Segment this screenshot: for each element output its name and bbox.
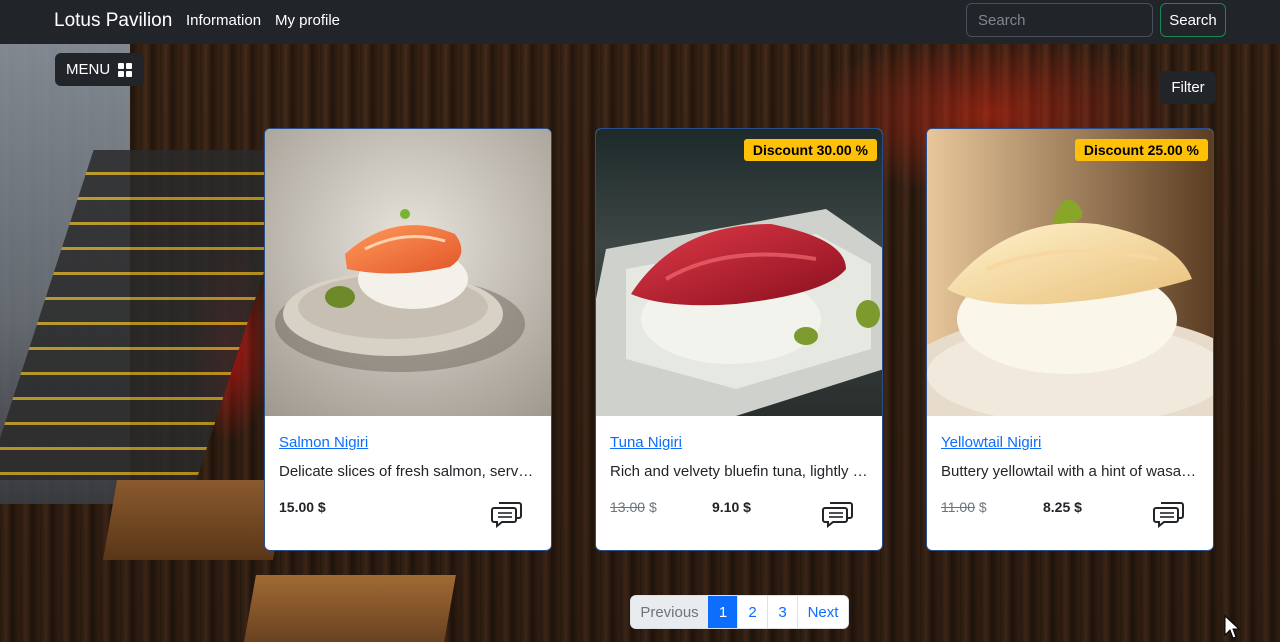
card-title-link[interactable]: Yellowtail Nigiri — [941, 434, 1041, 451]
yellowtail-nigiri-image[interactable]: Discount 25.00 % — [927, 129, 1213, 416]
salmon-nigiri-image[interactable] — [265, 129, 551, 416]
card-price: 8.25 $ — [1043, 499, 1082, 515]
pagination-page-1[interactable]: 1 — [708, 596, 737, 628]
nav-link-my-profile[interactable]: My profile — [275, 12, 340, 29]
comments-icon[interactable] — [1153, 500, 1185, 528]
card-old-price: 11.00 $ — [941, 499, 987, 515]
pagination: Previous 1 2 3 Next — [630, 595, 849, 629]
background-table — [244, 575, 456, 642]
brand-logo[interactable]: Lotus Pavilion — [54, 10, 172, 32]
menu-label: MENU — [66, 61, 111, 78]
card-price: 15.00 $ — [279, 499, 326, 515]
search-button[interactable]: Search — [1160, 3, 1226, 37]
card-title-link[interactable]: Tuna Nigiri — [610, 434, 682, 451]
card-old-price: 13.00 $ — [610, 499, 657, 515]
comments-icon[interactable] — [822, 500, 854, 528]
product-card: Discount 30.00 % Tuna Nigiri Rich and ve… — [595, 128, 883, 551]
background-table — [102, 480, 288, 560]
pagination-next[interactable]: Next — [797, 596, 848, 628]
card-description: Delicate slices of fresh salmon, served … — [279, 463, 537, 480]
card-description: Buttery yellowtail with a hint of wasabi… — [941, 463, 1199, 480]
top-navbar: Lotus Pavilion Information My profile Se… — [0, 0, 1280, 44]
tuna-nigiri-image[interactable]: Discount 30.00 % — [596, 129, 882, 416]
discount-badge: Discount 25.00 % — [1074, 139, 1208, 161]
pagination-page-3[interactable]: 3 — [767, 596, 797, 628]
product-card: Discount 25.00 % Yellowtail Nigiri Butte… — [926, 128, 1214, 551]
grid-icon — [118, 62, 133, 77]
pagination-page-2[interactable]: 2 — [737, 596, 767, 628]
card-title-link[interactable]: Salmon Nigiri — [279, 434, 368, 451]
card-price: 9.10 $ — [712, 499, 751, 515]
pagination-previous[interactable]: Previous — [631, 596, 708, 628]
product-card: Salmon Nigiri Delicate slices of fresh s… — [264, 128, 552, 551]
discount-badge: Discount 30.00 % — [743, 139, 877, 161]
mouse-cursor-icon — [1224, 615, 1240, 639]
search-input[interactable] — [966, 3, 1153, 37]
menu-button[interactable]: MENU — [55, 53, 144, 86]
filter-button[interactable]: Filter — [1160, 71, 1216, 104]
card-description: Rich and velvety bluefin tuna, lightly p… — [610, 463, 868, 480]
nav-link-information[interactable]: Information — [186, 12, 261, 29]
comments-icon[interactable] — [491, 500, 523, 528]
